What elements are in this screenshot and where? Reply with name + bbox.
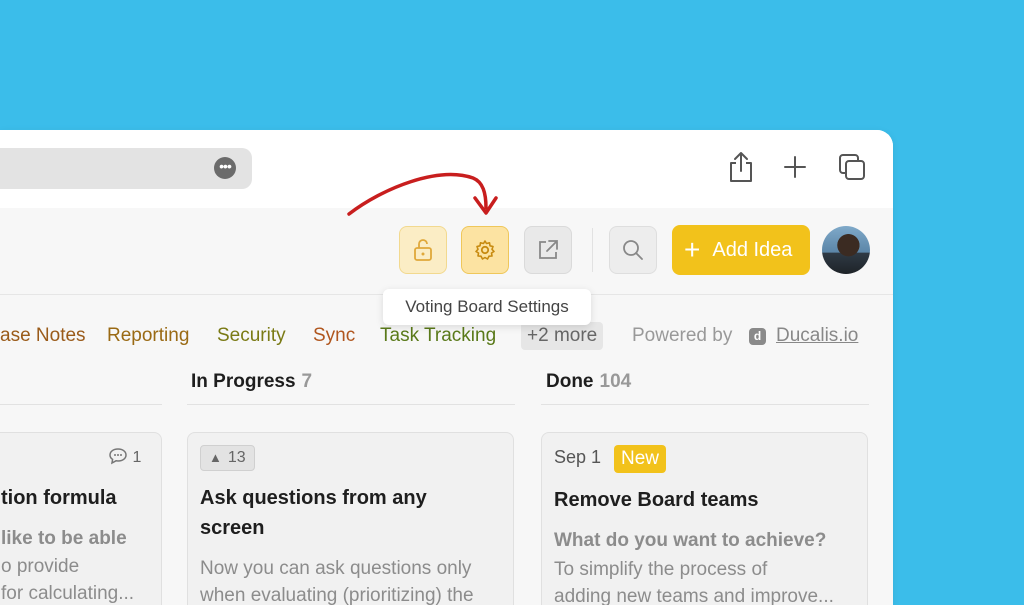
- card-text-line2: adding new teams and improve...: [554, 586, 834, 605]
- card-text-line2: for calculating...: [1, 583, 135, 604]
- card-text-line1: o provide: [1, 556, 80, 577]
- add-idea-button[interactable]: + Add Idea: [672, 225, 810, 275]
- column-title-text: Done: [546, 371, 594, 392]
- privacy-button[interactable]: [399, 226, 447, 274]
- comment-icon: [109, 448, 127, 465]
- more-tags-button[interactable]: +2 more: [521, 322, 604, 350]
- column-title-in-progress: In Progress 7: [191, 371, 312, 393]
- column-count: 7: [301, 371, 313, 392]
- tag-security[interactable]: Security: [217, 322, 286, 350]
- voting-board: + Add Idea ase Notes Reporting Security …: [0, 208, 893, 605]
- column-divider: [541, 404, 869, 405]
- card-title-line2: screen: [200, 517, 265, 539]
- tag-sync[interactable]: Sync: [313, 322, 355, 350]
- comment-count-value: 1: [132, 449, 142, 466]
- card-text-line2: when evaluating (prioritizing) the: [200, 585, 474, 605]
- share-icon[interactable]: [727, 150, 755, 184]
- card-question: like to be able: [1, 528, 127, 549]
- gear-icon: [475, 240, 495, 260]
- vote-button[interactable]: ▲ 13: [200, 445, 255, 471]
- user-avatar[interactable]: [822, 226, 870, 274]
- vote-count: 13: [227, 449, 246, 466]
- column-divider: [0, 404, 162, 405]
- powered-by-text: Powered by: [632, 325, 733, 346]
- column-title-text: In Progress: [191, 371, 296, 392]
- upvote-icon: ▲: [209, 450, 222, 465]
- tag-task-tracking[interactable]: Task Tracking: [380, 322, 496, 350]
- board-toolbar: + Add Idea: [0, 208, 893, 295]
- more-options-icon[interactable]: •••: [214, 157, 236, 179]
- column-divider: [187, 404, 515, 405]
- column-count: 104: [599, 371, 632, 392]
- ducalis-link[interactable]: Ducalis.io: [776, 322, 858, 350]
- annotation-arrow: [347, 172, 498, 216]
- plus-icon: +: [684, 234, 701, 265]
- card-text-line1: Now you can ask questions only: [200, 558, 472, 579]
- card-title: tion formula: [1, 487, 117, 509]
- tabs-overview-icon[interactable]: [838, 150, 866, 184]
- comment-count: 1: [108, 447, 141, 467]
- add-idea-label: Add Idea: [712, 238, 793, 261]
- column-title-done: Done 104: [546, 371, 631, 393]
- open-public-board-button[interactable]: [524, 226, 572, 274]
- card-title-line1: Ask questions from any: [200, 487, 427, 509]
- card-title: Remove Board teams: [554, 489, 759, 511]
- tag-reporting[interactable]: Reporting: [107, 322, 189, 350]
- idea-card[interactable]: 1 tion formula like to be able o provide…: [0, 432, 162, 605]
- search-icon: [623, 240, 643, 260]
- settings-tooltip: Voting Board Settings: [383, 289, 591, 325]
- new-tab-icon[interactable]: [781, 150, 809, 184]
- idea-card[interactable]: Sep 1 New Remove Board teams What do you…: [541, 432, 868, 605]
- tag-filter-bar: ase Notes Reporting Security Sync Task T…: [0, 322, 893, 352]
- external-link-icon: [539, 240, 558, 259]
- card-date: Sep 1: [554, 447, 602, 467]
- card-text-line1: To simplify the process of: [554, 559, 768, 580]
- board-settings-button[interactable]: [461, 226, 509, 274]
- search-button[interactable]: [609, 226, 657, 274]
- unlock-icon: [414, 239, 432, 261]
- ducalis-logo-icon: d: [749, 328, 766, 345]
- idea-card[interactable]: ▲ 13 Ask questions from any screen Now yo…: [187, 432, 514, 605]
- new-badge: New: [614, 445, 667, 473]
- toolbar-divider: [592, 228, 593, 272]
- tag-release-notes[interactable]: ase Notes: [0, 322, 86, 350]
- card-question: What do you want to achieve?: [554, 530, 827, 551]
